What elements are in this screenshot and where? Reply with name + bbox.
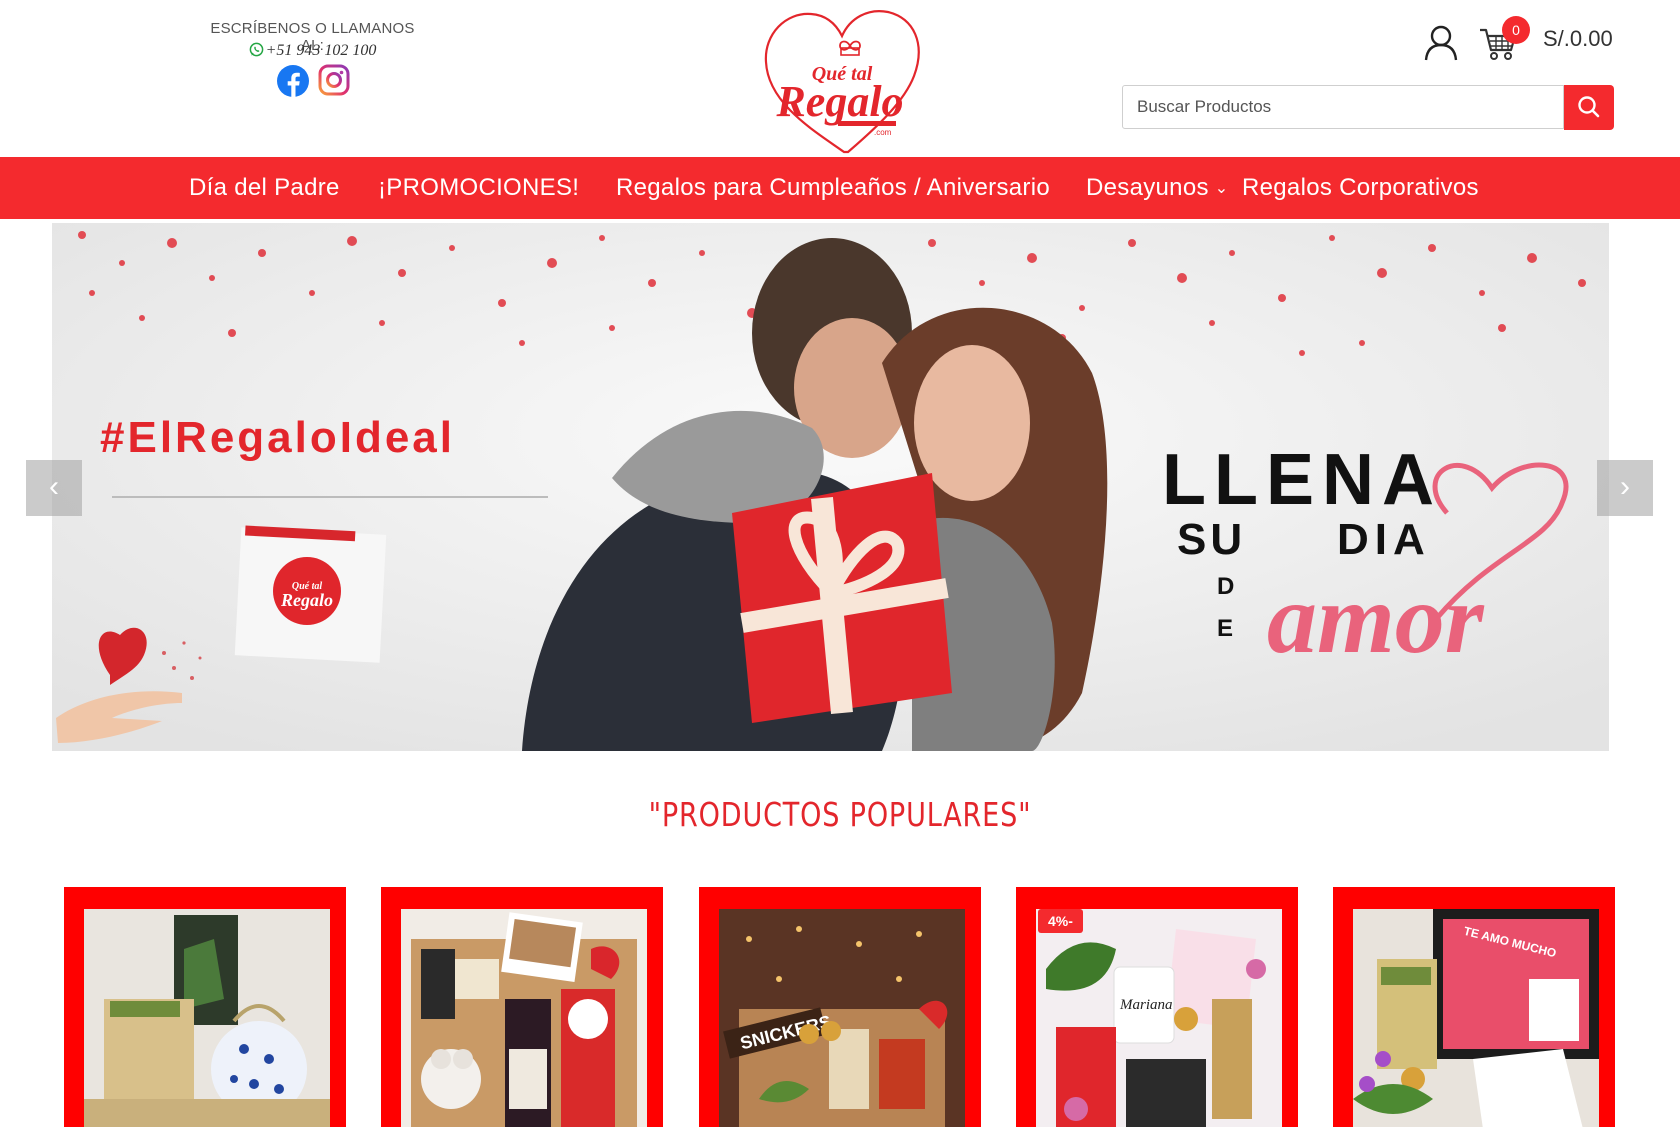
chevron-down-icon: ⌄ xyxy=(1214,180,1229,197)
product-image: Mariana xyxy=(1036,909,1282,1127)
svg-text:Mariana: Mariana xyxy=(1119,997,1173,1013)
product-image xyxy=(401,909,647,1127)
phone-text: +51 943 102 100 xyxy=(265,42,377,59)
product-card[interactable]: SNICKERS xyxy=(699,887,981,1127)
hero-headline-dia: DIA xyxy=(1337,515,1431,564)
discount-badge: 4%- xyxy=(1038,909,1083,933)
product-image: SNICKERS xyxy=(719,909,965,1127)
main-nav: Día del Padre ¡PROMOCIONES! Regalos para… xyxy=(0,157,1680,219)
product-card[interactable]: Mariana 4%- xyxy=(1016,887,1298,1127)
chevron-left-icon: ‹ xyxy=(49,470,59,503)
product-image xyxy=(84,909,330,1127)
site-logo[interactable]: Qué tal Regalo .com xyxy=(756,4,926,156)
nav-desayunos-label: Desayunos xyxy=(1086,174,1209,201)
search-icon xyxy=(1578,96,1600,118)
nav-promociones[interactable]: ¡PROMOCIONES! xyxy=(378,157,579,219)
svg-text:Regalo: Regalo xyxy=(280,590,333,610)
hero-headline-llena: LLENA xyxy=(1162,440,1442,520)
hero-banner[interactable]: Qué tal Regalo #ElRegaloIdeal LLENA SU D… xyxy=(52,223,1609,751)
slider-next-button[interactable]: › xyxy=(1597,460,1653,516)
cart-total[interactable]: S/.0.00 xyxy=(1543,26,1613,52)
nav-regalos-cumpleanos[interactable]: Regalos para Cumpleaños / Aniversario xyxy=(616,157,1050,219)
product-card[interactable] xyxy=(381,887,663,1127)
chevron-right-icon: › xyxy=(1620,470,1630,503)
nav-regalos-corporativos[interactable]: Regalos Corporativos xyxy=(1242,157,1479,219)
nav-dia-del-padre[interactable]: Día del Padre xyxy=(189,157,340,219)
section-title: "PRODUCTOS POPULARES" xyxy=(648,795,1032,834)
hero-hashtag: #ElRegaloIdeal xyxy=(100,413,456,462)
product-image: TE AMO MUCHO xyxy=(1353,909,1599,1127)
hero-headline-su: SU xyxy=(1177,515,1247,564)
instagram-icon[interactable] xyxy=(318,64,350,96)
whatsapp-icon xyxy=(249,42,263,57)
account-icon[interactable] xyxy=(1423,24,1459,62)
hero-headline-e: E xyxy=(1217,615,1234,642)
cart-count-badge: 0 xyxy=(1502,16,1530,44)
hero-headline-d: D xyxy=(1217,573,1235,600)
product-card[interactable] xyxy=(64,887,346,1127)
hero-divider xyxy=(112,496,548,498)
facebook-icon[interactable] xyxy=(276,64,310,98)
search-input[interactable]: Buscar Productos xyxy=(1122,85,1564,129)
product-card[interactable]: TE AMO MUCHO xyxy=(1333,887,1615,1127)
logo-main-text: Regalo xyxy=(775,77,903,126)
phone-number[interactable]: +51 943 102 100 xyxy=(205,42,420,60)
nav-desayunos[interactable]: Desayunos ⌄ xyxy=(1086,157,1229,219)
slider-prev-button[interactable]: ‹ xyxy=(26,460,82,516)
svg-text:.com: .com xyxy=(874,128,892,137)
hero-headline-amor: amor xyxy=(1267,563,1484,674)
search-button[interactable] xyxy=(1564,85,1614,130)
